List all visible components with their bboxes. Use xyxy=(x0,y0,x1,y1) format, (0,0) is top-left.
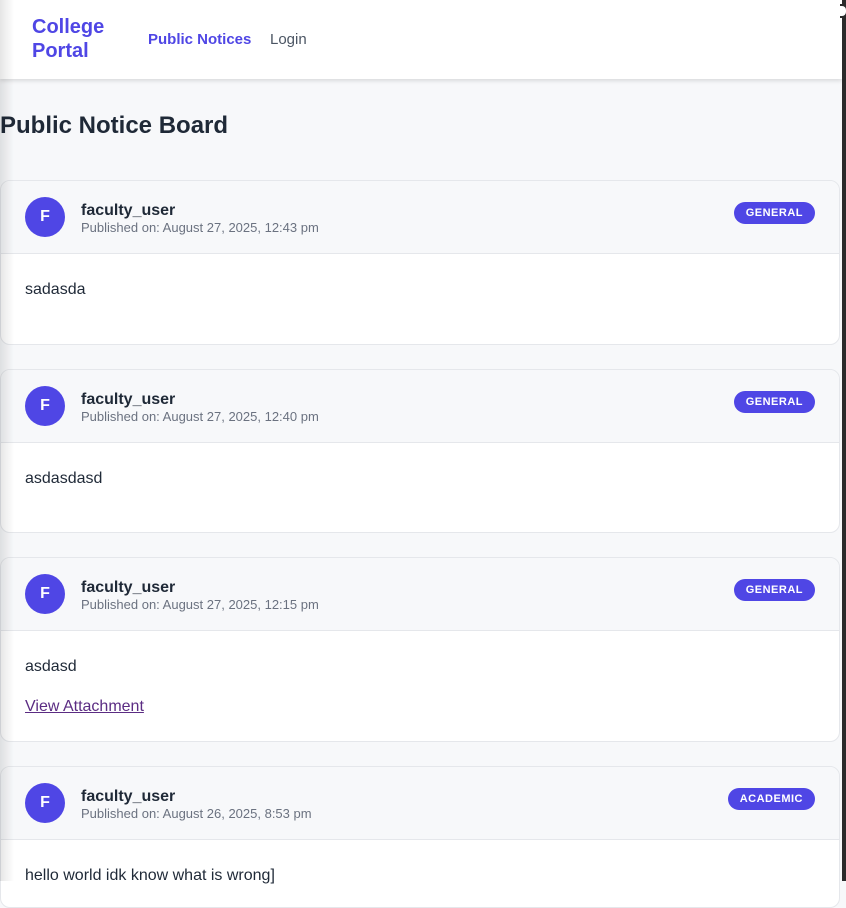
notice-text: hello world idk know what is wrong] xyxy=(25,867,275,884)
notice-body: sadasda xyxy=(1,254,839,300)
avatar: F xyxy=(25,574,65,614)
notice-body: asdasdasd xyxy=(1,443,839,489)
notice-header: F faculty_user Published on: August 26, … xyxy=(1,767,839,840)
notice-author: faculty_user xyxy=(81,788,176,805)
category-badge: GENERAL xyxy=(733,202,815,224)
top-navbar: College Portal Public Notices Login xyxy=(0,0,842,79)
notice-author: faculty_user xyxy=(81,579,176,596)
window-edge-strip xyxy=(840,0,846,881)
notice-text: sadasda xyxy=(25,281,86,298)
notice-header: F faculty_user Published on: August 27, … xyxy=(1,558,839,631)
notice-date: Published on: August 27, 2025, 12:15 pm xyxy=(81,597,319,612)
notice-date: Published on: August 27, 2025, 12:40 pm xyxy=(81,409,319,424)
notice-card: F faculty_user Published on: August 26, … xyxy=(0,766,840,908)
notice-date: Published on: August 26, 2025, 8:53 pm xyxy=(81,806,312,821)
category-badge: GENERAL xyxy=(733,391,815,413)
avatar: F xyxy=(25,386,65,426)
notice-header: F faculty_user Published on: August 27, … xyxy=(1,181,839,254)
avatar: F xyxy=(25,783,65,823)
avatar: F xyxy=(25,197,65,237)
notice-author: faculty_user xyxy=(81,202,176,219)
view-attachment-link[interactable]: View Attachment xyxy=(25,697,144,717)
notice-author: faculty_user xyxy=(81,391,176,408)
category-badge: GENERAL xyxy=(733,579,815,601)
notice-text: asdasdasd xyxy=(25,470,103,487)
window-edge-mark xyxy=(840,4,846,18)
notice-card: F faculty_user Published on: August 27, … xyxy=(0,557,840,742)
category-badge: ACADEMIC xyxy=(727,788,815,810)
notice-body: asdasd View Attachment xyxy=(1,631,839,717)
nav-public-notices[interactable]: Public Notices xyxy=(148,31,251,49)
brand-logo[interactable]: College Portal xyxy=(32,15,122,63)
notice-header: F faculty_user Published on: August 27, … xyxy=(1,370,839,443)
nav-login[interactable]: Login xyxy=(270,31,307,49)
page-title: Public Notice Board xyxy=(0,112,229,139)
notice-card: F faculty_user Published on: August 27, … xyxy=(0,369,840,533)
notice-card: F faculty_user Published on: August 27, … xyxy=(0,180,840,345)
notice-date: Published on: August 27, 2025, 12:43 pm xyxy=(81,220,319,235)
notice-text: asdasd xyxy=(25,658,77,675)
notice-body: hello world idk know what is wrong] xyxy=(1,840,839,886)
